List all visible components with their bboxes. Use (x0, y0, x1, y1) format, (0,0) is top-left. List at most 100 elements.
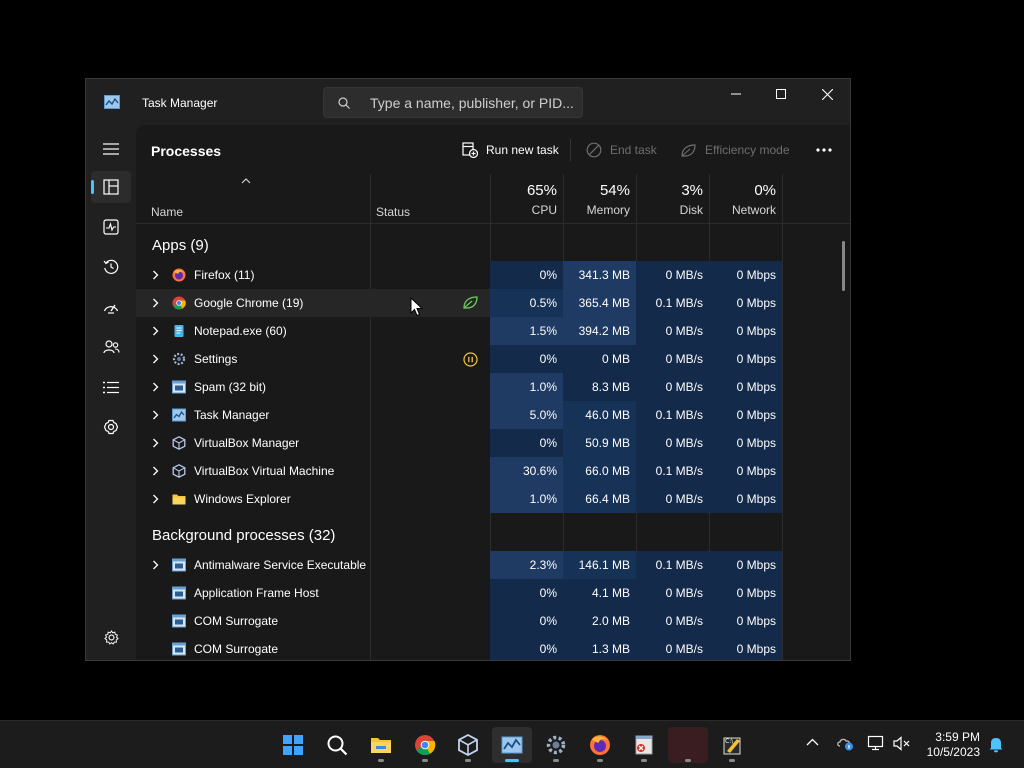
system-clock[interactable]: 3:59 PM 10/5/2023 (918, 730, 980, 760)
process-row[interactable]: VirtualBox Manager 0% 50.9 MB 0 MB/s 0 Mbps (136, 429, 782, 457)
chevron-right-icon[interactable] (152, 494, 159, 504)
taskbar-button-virtualbox[interactable] (448, 727, 488, 763)
disk-cell: 0 MB/s (636, 429, 709, 457)
window-app-icon (172, 586, 186, 600)
memory-cell: 66.4 MB (563, 485, 636, 513)
column-divider (782, 174, 783, 660)
group-header-apps[interactable]: Apps (9) (152, 237, 209, 254)
process-row[interactable]: Firefox (11) 0% 341.3 MB 0 MB/s 0 Mbps (136, 261, 782, 289)
cpu-cell: 5.0% (490, 401, 563, 429)
taskbar-button-task-manager[interactable] (492, 727, 532, 763)
running-indicator (685, 759, 691, 762)
column-header-disk[interactable]: 3% Disk (636, 182, 703, 217)
maximize-button[interactable] (758, 79, 804, 109)
maximize-icon (776, 89, 786, 99)
minimize-button[interactable] (713, 79, 759, 109)
chevron-right-icon[interactable] (152, 438, 159, 448)
process-row[interactable]: Spam (32 bit) 1.0% 8.3 MB 0 MB/s 0 Mbps (136, 373, 782, 401)
chevron-right-icon[interactable] (152, 298, 159, 308)
chevron-right-icon[interactable] (152, 270, 159, 280)
process-row[interactable]: Google Chrome (19) 0.5% 365.4 MB 0.1 MB/s 0 … (136, 289, 782, 317)
disk-cell: 0 MB/s (636, 317, 709, 345)
chevron-right-icon[interactable] (152, 326, 159, 336)
volume-muted-icon[interactable] (893, 736, 911, 751)
process-name: VirtualBox Virtual Machine (194, 464, 335, 478)
toolbar-divider (570, 139, 571, 161)
network-cell: 0 Mbps (709, 551, 782, 579)
nav-settings[interactable] (91, 621, 131, 653)
memory-cell: 46.0 MB (563, 401, 636, 429)
process-row[interactable]: Notepad.exe (60) 1.5% 394.2 MB 0 MB/s 0 Mbps (136, 317, 782, 345)
process-row[interactable]: Windows Explorer 1.0% 66.4 MB 0 MB/s 0 Mbps (136, 485, 782, 513)
close-button[interactable] (804, 79, 850, 109)
network-cell: 0 Mbps (709, 485, 782, 513)
process-name: Google Chrome (19) (194, 296, 304, 310)
taskbar-button-notepad-app[interactable]: C:\ (712, 727, 752, 763)
nav-processes[interactable] (91, 171, 131, 203)
taskbar-button-search[interactable] (317, 727, 357, 763)
nav-details[interactable] (91, 371, 131, 403)
run-new-task-button[interactable]: Run new task (462, 137, 559, 163)
column-header-network[interactable]: 0% Network (709, 182, 776, 217)
column-header-cpu[interactable]: 65% CPU (490, 182, 557, 217)
chevron-right-icon[interactable] (152, 410, 159, 420)
firefox-icon (590, 735, 610, 755)
cpu-cell: 0% (490, 607, 563, 635)
notification-bell-icon[interactable] (988, 736, 1004, 753)
nav-app-history[interactable] (91, 251, 131, 283)
nav-performance[interactable] (91, 211, 131, 243)
process-row[interactable]: COM Surrogate 0% 1.3 MB 0 MB/s 0 Mbps (136, 635, 782, 660)
blank-app-icon (677, 734, 699, 756)
column-header-name[interactable]: Name (136, 174, 370, 223)
search-box[interactable] (323, 87, 583, 118)
taskbar-button-spam-app[interactable] (624, 727, 664, 763)
more-options-button[interactable] (816, 137, 832, 163)
nav-startup-apps[interactable] (91, 291, 131, 323)
process-row[interactable]: Task Manager 5.0% 46.0 MB 0.1 MB/s 0 Mbps (136, 401, 782, 429)
chevron-right-icon[interactable] (152, 560, 159, 570)
taskbar-button-blank-app[interactable] (668, 727, 708, 763)
nav-users[interactable] (91, 331, 131, 363)
taskbar-button-settings[interactable] (536, 727, 576, 763)
efficiency-leaf-icon (681, 143, 696, 157)
disk-header-label: Disk (679, 203, 703, 217)
network-icon[interactable] (867, 735, 885, 751)
process-row[interactable]: VirtualBox Virtual Machine 30.6% 66.0 MB 0.… (136, 457, 782, 485)
chevron-up-icon[interactable] (806, 738, 819, 746)
cpu-cell: 30.6% (490, 457, 563, 485)
end-task-button[interactable]: End task (586, 137, 657, 163)
network-total-percent: 0% (754, 182, 776, 199)
process-row[interactable]: Application Frame Host 0% 4.1 MB 0 MB/s 0 Mb… (136, 579, 782, 607)
process-name: Firefox (11) (194, 268, 255, 282)
search-icon (327, 735, 348, 756)
column-header-status[interactable]: Status (370, 174, 490, 223)
virtualbox-icon (172, 436, 186, 450)
column-header-memory[interactable]: 54% Memory (563, 182, 630, 217)
onedrive-cloud-icon[interactable] (836, 735, 854, 751)
running-indicator (597, 759, 603, 762)
search-icon (338, 97, 350, 109)
vertical-scrollbar[interactable] (842, 241, 845, 291)
nav-services[interactable] (91, 411, 131, 443)
taskbar-button-file-explorer[interactable] (361, 727, 401, 763)
chevron-right-icon[interactable] (152, 466, 159, 476)
chevron-right-icon[interactable] (152, 382, 159, 392)
search-input[interactable] (370, 94, 575, 112)
processes-page: Processes Run new task End task Efficien… (136, 125, 850, 660)
chevron-right-icon[interactable] (152, 354, 159, 364)
taskbar-button-firefox[interactable] (580, 727, 620, 763)
network-cell: 0 Mbps (709, 579, 782, 607)
startup-apps-icon (103, 304, 119, 314)
process-row[interactable]: COM Surrogate 0% 2.0 MB 0 MB/s 0 Mbps (136, 607, 782, 635)
group-header-background[interactable]: Background processes (32) (152, 527, 335, 544)
taskbar-button-start[interactable] (273, 727, 313, 763)
process-row[interactable]: Settings 0% 0 MB 0 MB/s 0 Mbps (136, 345, 782, 373)
hamburger-menu-button[interactable] (91, 133, 131, 165)
process-row[interactable]: Antimalware Service Executable 2.3% 146.1 … (136, 551, 782, 579)
app-history-icon (103, 259, 119, 274)
network-cell: 0 Mbps (709, 401, 782, 429)
efficiency-mode-button[interactable]: Efficiency mode (680, 137, 790, 163)
taskbar-button-chrome[interactable] (405, 727, 445, 763)
network-cell: 0 Mbps (709, 289, 782, 317)
clock-date: 10/5/2023 (926, 745, 980, 759)
